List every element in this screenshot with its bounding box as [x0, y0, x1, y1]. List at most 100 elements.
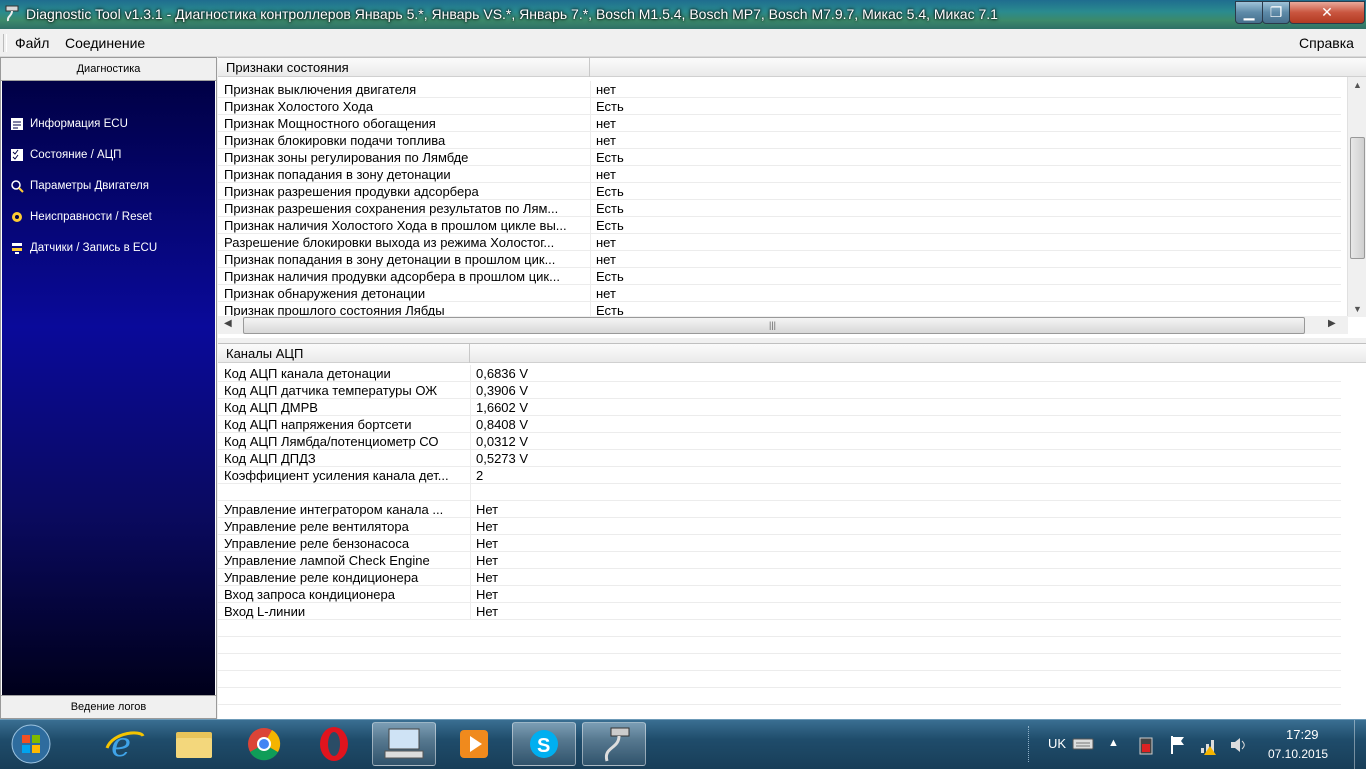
volume-icon[interactable] — [1228, 734, 1250, 756]
sidebar-item-faults-reset[interactable]: Неисправности / Reset — [10, 207, 152, 227]
table-row[interactable]: Разрешение блокировки выхода из режима Х… — [218, 234, 1341, 251]
sidebar-item-sensors-write[interactable]: Датчики / Запись в ECU — [10, 238, 157, 258]
row-label: Код АЦП Лямбда/потенциометр СО — [224, 434, 439, 449]
menu-connection[interactable]: Соединение — [65, 35, 145, 51]
column-divider — [470, 399, 471, 416]
column-divider — [470, 569, 471, 586]
sidebar-item-engine-params[interactable]: Параметры Двигателя — [10, 176, 149, 196]
table-row[interactable]: Управление интегратором канала ... Нет — [218, 501, 1341, 518]
adc-column-header[interactable]: Каналы АЦП — [218, 344, 470, 363]
magnifier-icon — [11, 180, 24, 193]
table-row[interactable]: Признак разрешения сохранения результато… — [218, 200, 1341, 217]
status-horizontal-scrollbar[interactable]: ◀ ||| ▶ — [218, 316, 1348, 334]
table-row[interactable]: Управление лампой Check Engine Нет — [218, 552, 1341, 569]
adc-table-header: Каналы АЦП — [218, 343, 1366, 363]
table-row[interactable]: Код АЦП ДМРВ 1,6602 V — [218, 399, 1341, 416]
table-row[interactable]: Признак наличия Холостого Хода в прошлом… — [218, 217, 1341, 234]
table-row[interactable]: Признак обнаружения детонации нет — [218, 285, 1341, 302]
sidebar-item-state-adc[interactable]: Состояние / АЦП — [10, 145, 121, 165]
table-row[interactable]: Признак Мощностного обогащения нет — [218, 115, 1341, 132]
scroll-left-icon[interactable]: ◀ — [224, 318, 232, 329]
scroll-thumb[interactable] — [1350, 137, 1365, 259]
taskbar-media-player[interactable] — [442, 722, 506, 766]
sidebar-footer-logging[interactable]: Ведение логов — [1, 695, 216, 718]
empty-row — [218, 654, 1341, 671]
row-label: Код АЦП ДПДЗ — [224, 451, 316, 466]
taskbar-diagnostic-tool[interactable] — [582, 722, 646, 766]
row-value: Нет — [476, 519, 499, 534]
table-row[interactable]: Признак наличия продувки адсорбера в про… — [218, 268, 1341, 285]
sidebar-item-label: Датчики / Запись в ECU — [30, 242, 158, 254]
taskbar-skype[interactable]: S — [512, 722, 576, 766]
language-indicator[interactable]: UK — [1048, 736, 1066, 751]
table-row[interactable]: Признак попадания в зону детонации в про… — [218, 251, 1341, 268]
power-icon[interactable] — [1136, 734, 1156, 756]
taskbar-explorer[interactable] — [162, 722, 226, 766]
column-divider — [470, 365, 471, 382]
table-row[interactable]: Коэффициент усиления канала дет... 2 — [218, 467, 1341, 484]
table-row[interactable]: Признак блокировки подачи топлива нет — [218, 132, 1341, 149]
taskbar-ie[interactable]: e — [93, 722, 157, 766]
table-row[interactable]: Код АЦП ДПДЗ 0,5273 V — [218, 450, 1341, 467]
table-row[interactable]: Признак зоны регулирования по Лямбде Есть — [218, 149, 1341, 166]
show-hidden-icons[interactable]: ▲ — [1108, 737, 1119, 749]
taskbar-opera[interactable] — [302, 722, 366, 766]
media-player-icon — [460, 730, 488, 758]
show-desktop-button[interactable] — [1354, 720, 1366, 769]
table-row[interactable]: Управление реле кондиционера Нет — [218, 569, 1341, 586]
close-button[interactable]: ✕ — [1289, 1, 1365, 24]
keyboard-icon[interactable] — [1072, 737, 1094, 751]
table-row[interactable]: Управление реле вентилятора Нет — [218, 518, 1341, 535]
minimize-button[interactable]: ▁ — [1235, 1, 1263, 24]
column-divider — [590, 217, 591, 234]
table-row[interactable]: Вход L-линии Нет — [218, 603, 1341, 620]
row-value: Есть — [596, 184, 624, 199]
taskbar-keyboard-app[interactable] — [372, 722, 436, 766]
row-value: нет — [596, 82, 616, 97]
diagnostic-cable-icon — [604, 727, 630, 762]
table-row[interactable] — [218, 484, 1341, 501]
action-center-flag-icon[interactable] — [1168, 734, 1188, 756]
table-row[interactable]: Признак выключения двигателя нет — [218, 81, 1341, 98]
start-button[interactable] — [6, 722, 56, 766]
scroll-right-icon[interactable]: ▶ — [1328, 318, 1336, 329]
sidebar-header[interactable]: Диагностика — [1, 58, 216, 81]
row-label: Признак зоны регулирования по Лямбде — [224, 150, 469, 165]
table-row[interactable]: Код АЦП канала детонации 0,6836 V — [218, 365, 1341, 382]
row-value: нет — [596, 133, 616, 148]
skype-icon: S — [530, 730, 558, 758]
row-value: нет — [596, 286, 616, 301]
table-row[interactable]: Код АЦП датчика температуры ОЖ 0,3906 V — [218, 382, 1341, 399]
row-label: Признак наличия Холостого Хода в прошлом… — [224, 218, 567, 233]
status-vertical-scrollbar[interactable]: ▲ ▼ — [1347, 77, 1366, 317]
scroll-down-icon[interactable]: ▼ — [1353, 304, 1362, 314]
scroll-up-icon[interactable]: ▲ — [1353, 80, 1362, 90]
maximize-button[interactable]: ❐ — [1262, 1, 1290, 24]
table-row[interactable]: Признак разрешения продувки адсорбера Ест… — [218, 183, 1341, 200]
sidebar-item-ecu-info[interactable]: Информация ECU — [10, 114, 128, 134]
table-row[interactable]: Код АЦП напряжения бортсети 0,8408 V — [218, 416, 1341, 433]
menu-help[interactable]: Справка — [1299, 35, 1354, 51]
row-label: Вход L-линии — [224, 604, 306, 619]
network-warning-icon[interactable] — [1198, 734, 1220, 756]
column-divider — [590, 166, 591, 183]
empty-row — [218, 620, 1341, 637]
column-divider — [590, 81, 591, 98]
column-divider — [470, 433, 471, 450]
clock-date[interactable]: 07.10.2015 — [1268, 747, 1328, 761]
table-row[interactable]: Признак Холостого Хода Есть — [218, 98, 1341, 115]
table-row[interactable]: Признак попадания в зону детонации нет — [218, 166, 1341, 183]
taskbar-chrome[interactable] — [232, 722, 296, 766]
row-value: Нет — [476, 604, 499, 619]
table-row[interactable]: Управление реле бензонасоса Нет — [218, 535, 1341, 552]
hscroll-thumb[interactable]: ||| — [243, 317, 1305, 334]
status-column-header[interactable]: Признаки состояния — [218, 58, 590, 77]
clock-time[interactable]: 17:29 — [1286, 727, 1319, 742]
table-row[interactable]: Вход запроса кондиционера Нет — [218, 586, 1341, 603]
row-label: Управление интегратором канала ... — [224, 502, 444, 517]
row-value: Есть — [596, 269, 624, 284]
row-value: нет — [596, 167, 616, 182]
table-row[interactable]: Код АЦП Лямбда/потенциометр СО 0,0312 V — [218, 433, 1341, 450]
menu-file[interactable]: Файл — [15, 35, 49, 51]
row-value: 0,6836 V — [476, 366, 529, 381]
